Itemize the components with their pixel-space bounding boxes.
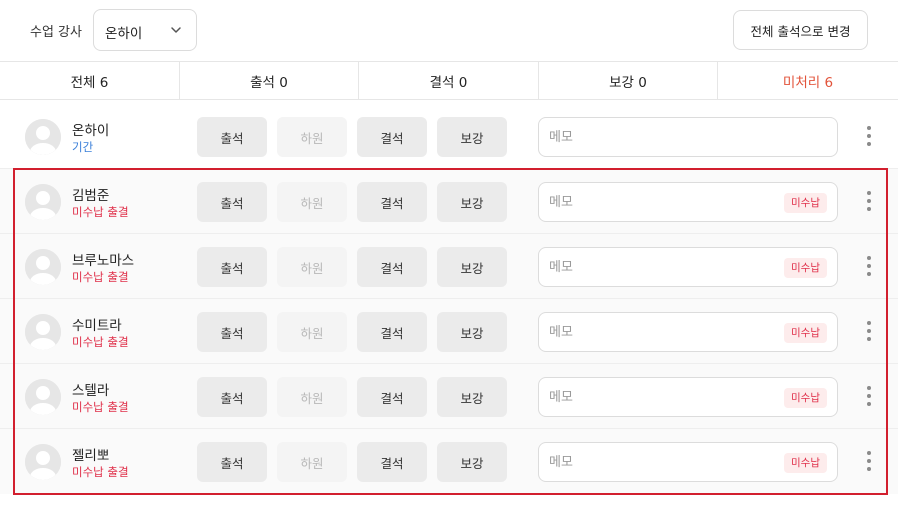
student-status: 기간 <box>72 140 94 154</box>
teacher-label: 수업 강사 <box>30 25 82 40</box>
memo-field[interactable]: 미수납 <box>538 377 838 417</box>
attend-button[interactable]: 출석 <box>197 312 267 352</box>
avatar <box>25 119 61 155</box>
attend-button[interactable]: 출석 <box>197 117 267 157</box>
user-icon <box>25 184 61 220</box>
absent-button[interactable]: 결석 <box>357 117 427 157</box>
absent-button[interactable]: 결석 <box>357 312 427 352</box>
memo-field[interactable]: 미수납 <box>538 182 838 222</box>
makeup-button[interactable]: 보강 <box>437 377 507 417</box>
more-options-icon[interactable] <box>862 321 876 341</box>
student-status: 미수납 출결 <box>72 270 129 284</box>
student-name: 수미트라 <box>72 318 122 334</box>
student-row: 젤리뽀 미수납 출결 출석 하원 결석 보강 미수납 <box>0 429 898 494</box>
avatar <box>25 379 61 415</box>
student-list: 온하이 기간 출석 하원 결석 보강 김범준 미수납 출결 출석 하원 결석 보… <box>0 104 898 494</box>
memo-field[interactable]: 미수납 <box>538 247 838 287</box>
makeup-button[interactable]: 보강 <box>437 247 507 287</box>
attend-button[interactable]: 출석 <box>197 182 267 222</box>
more-options-icon[interactable] <box>862 451 876 471</box>
student-row: 김범준 미수납 출결 출석 하원 결석 보강 미수납 <box>0 169 898 234</box>
student-row: 브루노마스 미수납 출결 출석 하원 결석 보강 미수납 <box>0 234 898 299</box>
absent-button[interactable]: 결석 <box>357 182 427 222</box>
memo-input[interactable] <box>549 387 769 407</box>
tab-makeup[interactable]: 보강 0 <box>539 62 718 99</box>
student-row: 스텔라 미수납 출결 출석 하원 결석 보강 미수납 <box>0 364 898 429</box>
user-icon <box>25 379 61 415</box>
more-options-icon[interactable] <box>862 386 876 406</box>
more-options-icon[interactable] <box>862 191 876 211</box>
student-name: 김범준 <box>72 188 110 204</box>
tab-pending[interactable]: 미처리 6 <box>718 62 898 99</box>
memo-input[interactable] <box>549 257 769 277</box>
status-tabs: 전체 6 출석 0 결석 0 보강 0 미처리 6 <box>0 61 898 100</box>
student-status: 미수납 출결 <box>72 205 129 219</box>
student-status: 미수납 출결 <box>72 400 129 414</box>
more-options-icon[interactable] <box>862 256 876 276</box>
toolbar: 수업 강사 온하이 전체 출석으로 변경 <box>0 0 898 61</box>
makeup-button[interactable]: 보강 <box>437 312 507 352</box>
leave-button[interactable]: 하원 <box>277 377 347 417</box>
memo-input[interactable] <box>549 452 769 472</box>
user-icon <box>25 444 61 480</box>
unpaid-badge: 미수납 <box>784 388 827 408</box>
user-icon <box>25 249 61 285</box>
absent-button[interactable]: 결석 <box>357 377 427 417</box>
attend-button[interactable]: 출석 <box>197 442 267 482</box>
student-row: 온하이 기간 출석 하원 결석 보강 <box>0 104 898 169</box>
memo-input[interactable] <box>549 127 769 147</box>
avatar <box>25 444 61 480</box>
leave-button[interactable]: 하원 <box>277 247 347 287</box>
teacher-select-value: 온하이 <box>105 26 143 42</box>
student-name: 젤리뽀 <box>72 448 110 464</box>
leave-button[interactable]: 하원 <box>277 117 347 157</box>
avatar <box>25 184 61 220</box>
chevron-down-icon <box>171 27 181 33</box>
makeup-button[interactable]: 보강 <box>437 182 507 222</box>
student-status: 미수납 출결 <box>72 335 129 349</box>
tab-all[interactable]: 전체 6 <box>0 62 180 99</box>
more-options-icon[interactable] <box>862 126 876 146</box>
tab-absent[interactable]: 결석 0 <box>359 62 539 99</box>
makeup-button[interactable]: 보강 <box>437 442 507 482</box>
set-all-attend-button[interactable]: 전체 출석으로 변경 <box>733 10 868 50</box>
student-status: 미수납 출결 <box>72 465 129 479</box>
student-name: 스텔라 <box>72 383 110 399</box>
leave-button[interactable]: 하원 <box>277 442 347 482</box>
memo-input[interactable] <box>549 192 769 212</box>
attend-button[interactable]: 출석 <box>197 247 267 287</box>
student-name: 브루노마스 <box>72 253 135 269</box>
unpaid-badge: 미수납 <box>784 193 827 213</box>
unpaid-badge: 미수납 <box>784 258 827 278</box>
memo-input[interactable] <box>549 322 769 342</box>
unpaid-badge: 미수납 <box>784 323 827 343</box>
absent-button[interactable]: 결석 <box>357 247 427 287</box>
user-icon <box>25 119 61 155</box>
avatar <box>25 314 61 350</box>
teacher-select[interactable]: 온하이 <box>93 9 197 51</box>
memo-field[interactable] <box>538 117 838 157</box>
attend-button[interactable]: 출석 <box>197 377 267 417</box>
makeup-button[interactable]: 보강 <box>437 117 507 157</box>
memo-field[interactable]: 미수납 <box>538 442 838 482</box>
avatar <box>25 249 61 285</box>
student-row: 수미트라 미수납 출결 출석 하원 결석 보강 미수납 <box>0 299 898 364</box>
student-name: 온하이 <box>72 123 110 139</box>
memo-field[interactable]: 미수납 <box>538 312 838 352</box>
unpaid-badge: 미수납 <box>784 453 827 473</box>
user-icon <box>25 314 61 350</box>
leave-button[interactable]: 하원 <box>277 312 347 352</box>
leave-button[interactable]: 하원 <box>277 182 347 222</box>
absent-button[interactable]: 결석 <box>357 442 427 482</box>
tab-attend[interactable]: 출석 0 <box>180 62 359 99</box>
